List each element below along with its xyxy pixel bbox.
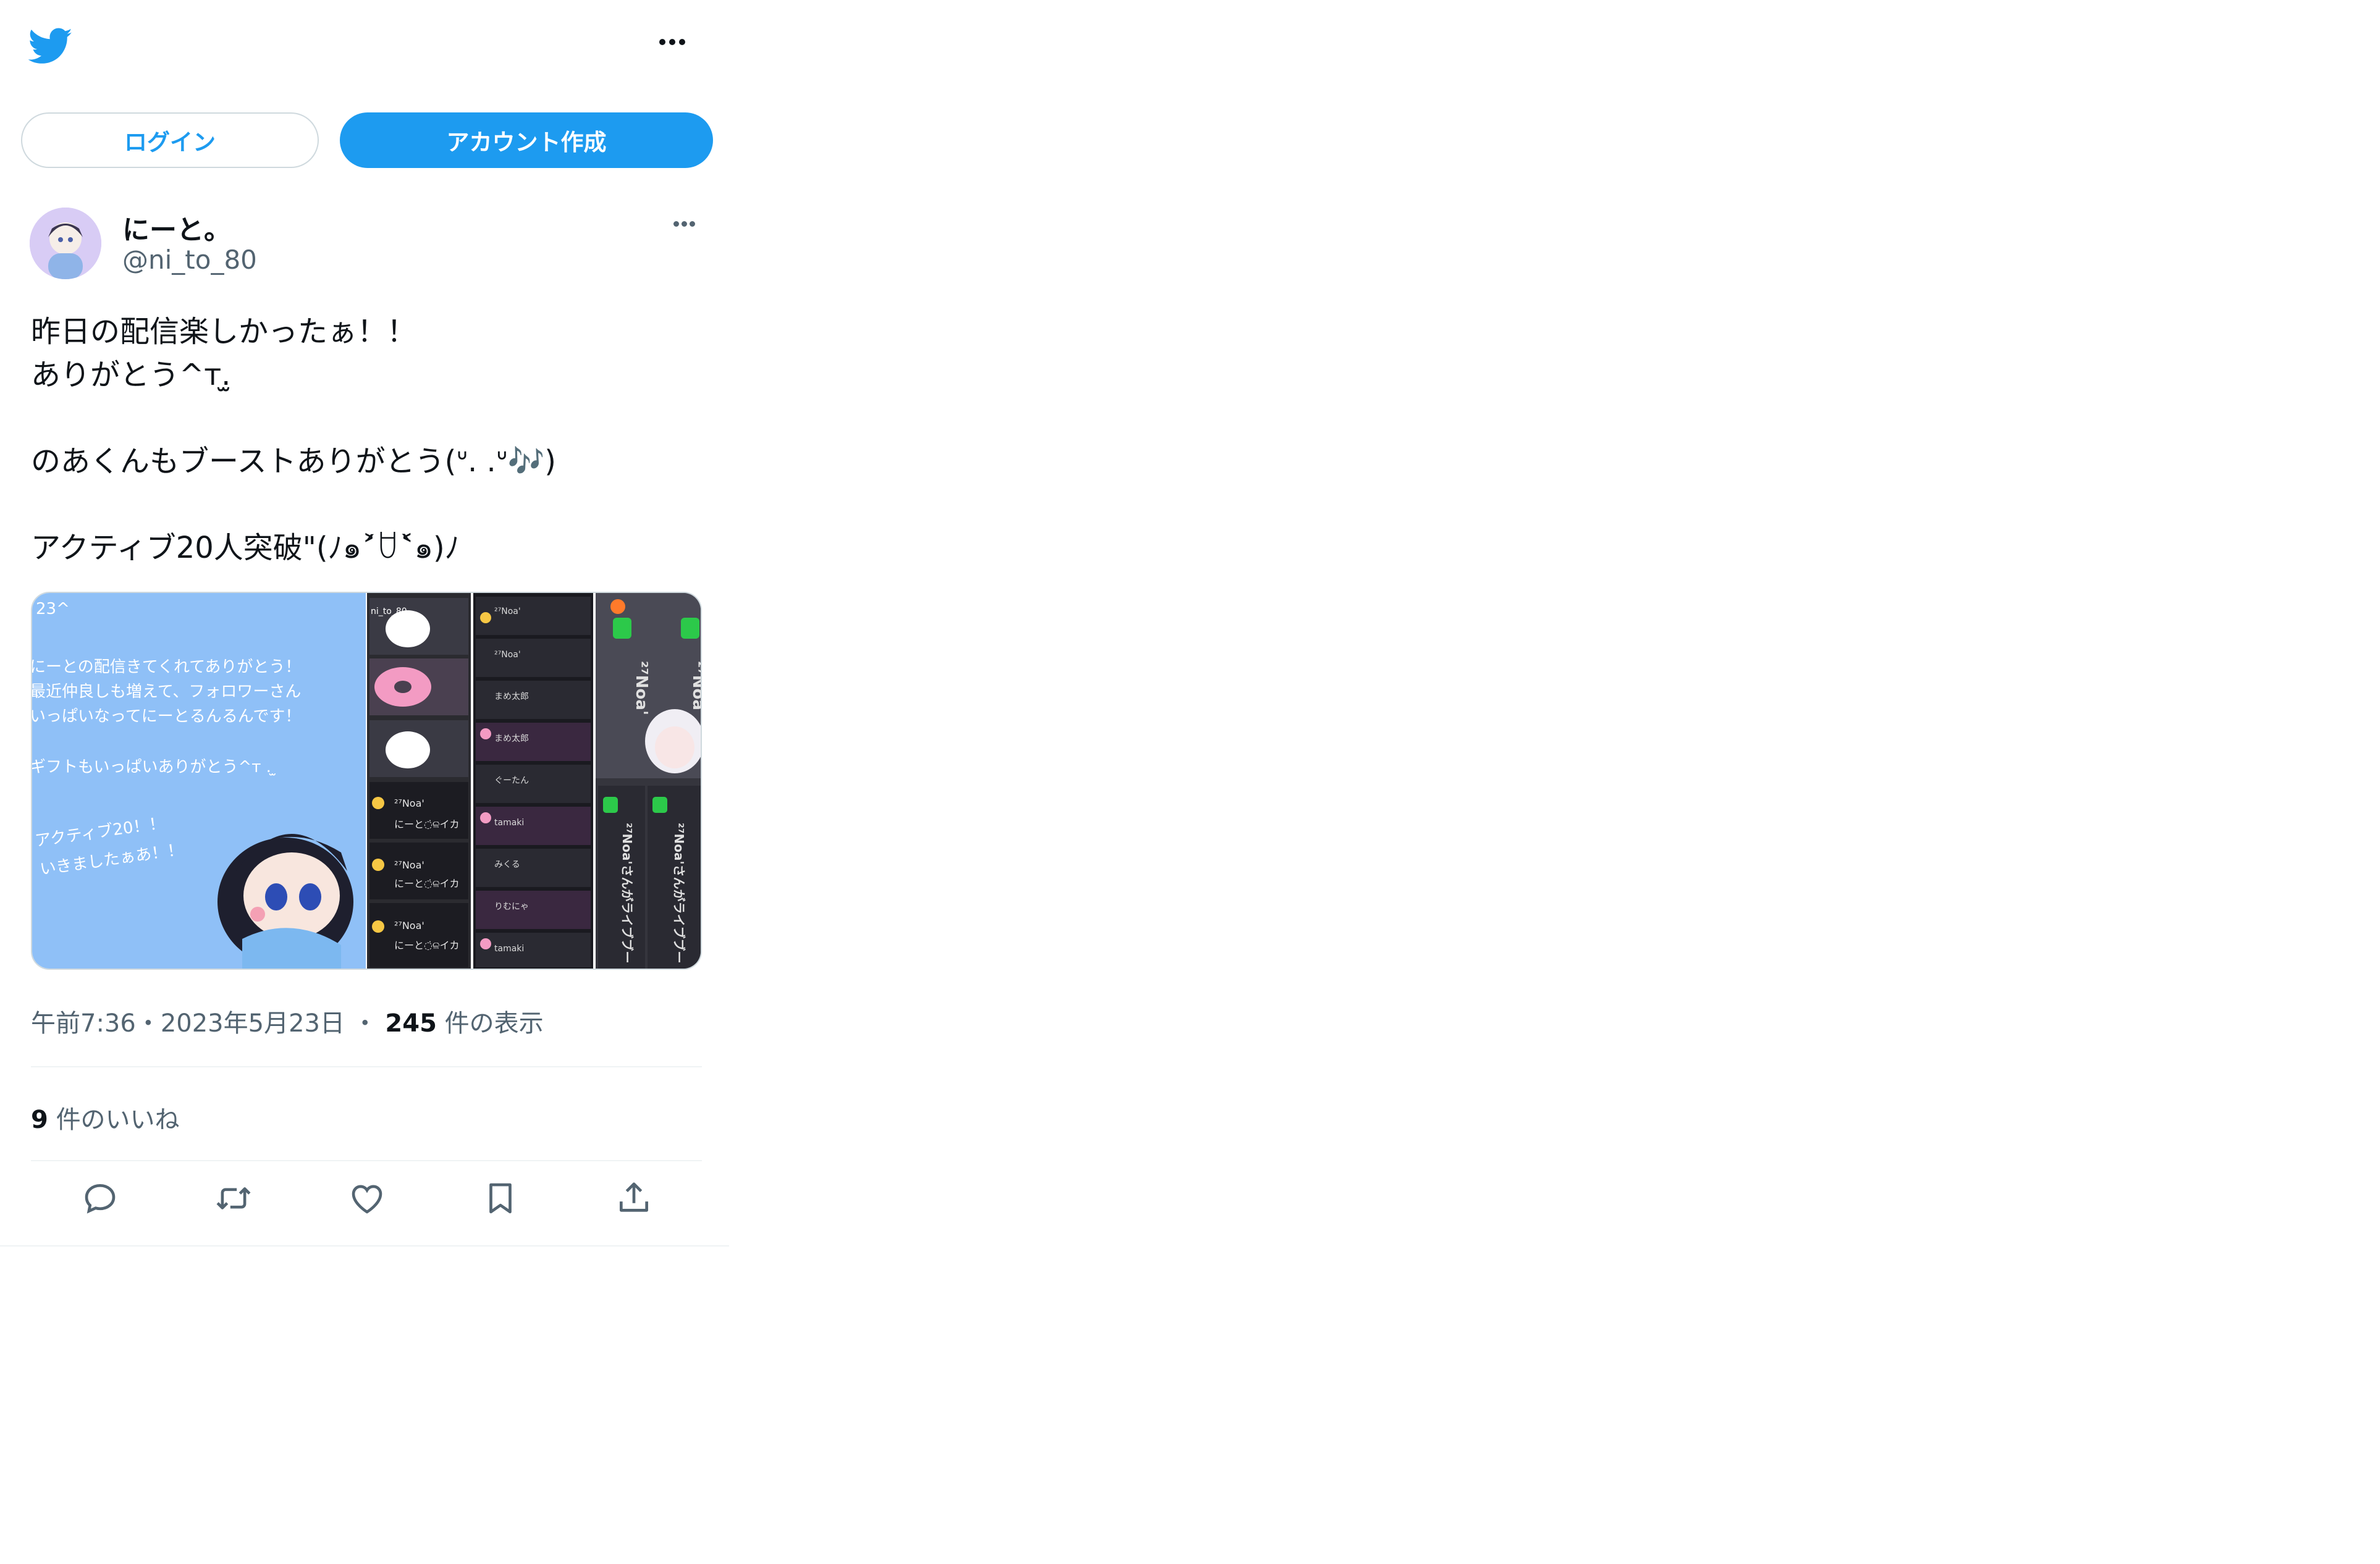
meta-separator: ・	[352, 1009, 378, 1038]
media-stream-label: まめ太郎	[494, 692, 529, 702]
like-button[interactable]	[342, 1174, 392, 1223]
media-stream-label: にーと◌̇ଳ̇イカ	[394, 878, 460, 889]
more-options-icon[interactable]	[657, 36, 702, 54]
media-stream-label: みくる	[494, 860, 520, 870]
retweet-button[interactable]	[209, 1174, 258, 1223]
media-stream-label: まめ太郎	[494, 734, 529, 744]
avatar-image	[30, 208, 101, 279]
media-stream-label: ²⁷Noa'	[394, 797, 424, 809]
reply-button[interactable]	[75, 1174, 125, 1223]
media-image: 23^ にーとの配信きてくれてありがとう！ 最近仲良しも増えて、フォロワーさん …	[32, 593, 702, 969]
media-card-line: 23^	[36, 600, 70, 618]
views-label: 件の表示	[444, 1009, 544, 1038]
tweet-media[interactable]: 23^ にーとの配信きてくれてありがとう！ 最近仲良しも増えて、フォロワーさん …	[31, 592, 702, 970]
share-icon	[620, 1182, 648, 1212]
media-card-line: ギフトもいっぱいありがとう^т . ̫	[32, 758, 276, 776]
top-bar	[0, 0, 729, 93]
media-card-line: いっぱいなってにーとるんるんです！	[32, 707, 301, 726]
tweet-line	[31, 483, 711, 526]
create-account-button[interactable]: アカウント作成	[340, 112, 713, 168]
bookmark-icon	[489, 1183, 512, 1214]
login-button[interactable]: ログイン	[21, 112, 319, 168]
tweet-line: 昨日の配信楽しかったぁ！！	[31, 314, 417, 349]
author-name[interactable]: にーと。	[122, 208, 231, 247]
reply-icon	[85, 1184, 116, 1214]
likes-count: 9	[31, 1106, 48, 1134]
tweet-more-icon[interactable]	[672, 217, 709, 236]
retweet-icon	[216, 1187, 251, 1209]
media-card-line: にーとの配信きてくれてありがとう！	[32, 658, 301, 676]
media-handle-snippet: ni_to_80	[371, 607, 407, 616]
media-stream-label: ²⁷Noa'	[632, 661, 651, 715]
bookmark-button[interactable]	[476, 1174, 525, 1223]
author-avatar[interactable]	[30, 208, 101, 279]
media-stream-label: ²⁷Noa'	[394, 920, 424, 931]
tweet-text: 昨日の配信楽しかったぁ！！ ありがとう^т.̫ のあくんもブーストありがとう(ᐡ…	[31, 310, 711, 570]
tweet-bottom-border	[0, 1245, 729, 1247]
media-stream-label: ぐーたん	[494, 776, 529, 786]
media-stream-label: ²⁷Noa'	[494, 650, 521, 660]
media-stream-label: ²⁷Noa'	[494, 607, 521, 616]
likes-summary[interactable]: 9 件のいいね	[31, 1099, 180, 1135]
tweet-line	[31, 397, 711, 440]
media-stream-label: tamaki	[494, 944, 524, 954]
twitter-bird-icon[interactable]	[28, 23, 73, 68]
media-stream-label: りむにゃ	[494, 902, 529, 912]
divider	[31, 1160, 702, 1161]
media-stream-label: ²⁷Noa'	[394, 859, 424, 871]
heart-icon	[352, 1185, 382, 1214]
media-stream-label: tamaki	[494, 818, 524, 828]
divider	[31, 1066, 702, 1067]
media-stream-label: にーと◌̇ଳ̇イカ	[394, 818, 460, 830]
media-stream-label: にーと◌̇ଳ̇イカ	[394, 940, 460, 951]
media-stream-label: ²⁷Noa'	[689, 661, 702, 715]
tweet-actions	[31, 1174, 702, 1229]
views-count: 245	[385, 1009, 437, 1038]
tweet-timestamp[interactable]: 午前7:36・2023年5月23日	[31, 1009, 345, 1038]
media-side-label: ²⁷Noa'さんがライブブー	[620, 823, 635, 964]
tweet-line: アクティブ20人突破"(ﾉ๑˃́ꇴ˂̀๑)ﾉ	[31, 531, 460, 565]
share-button[interactable]	[609, 1174, 659, 1223]
author-handle[interactable]: @ni_to_80	[122, 245, 257, 275]
likes-label: 件のいいね	[56, 1106, 180, 1134]
media-card-line: 最近仲良しも増えて、フォロワーさん	[32, 683, 301, 701]
tweet-meta: 午前7:36・2023年5月23日 ・ 245 件の表示	[31, 1003, 544, 1039]
tweet-line: のあくんもブーストありがとう(ᐡ. .ᐡ🎶)	[31, 444, 556, 479]
tweet-line: ありがとう^т.̫	[31, 358, 231, 392]
media-side-label: ²⁷Noa'さんがライブブー	[672, 823, 686, 964]
